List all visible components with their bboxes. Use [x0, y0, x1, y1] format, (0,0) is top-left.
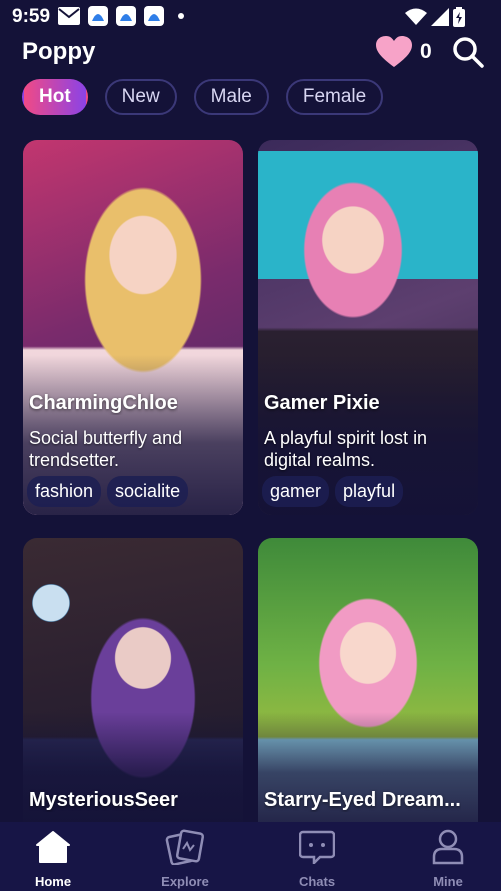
character-name: Starry-Eyed Dream... — [264, 789, 461, 811]
likes-count: 0 — [420, 40, 432, 63]
app-title: Poppy — [22, 38, 96, 65]
character-name: CharmingChloe — [29, 392, 178, 414]
signal-icon — [431, 8, 449, 26]
chat-icon — [299, 830, 335, 864]
tab-female[interactable]: Female — [285, 79, 384, 115]
character-tags: gamer playful — [262, 476, 404, 507]
app-notification-icon — [144, 6, 164, 26]
tab-new[interactable]: New — [104, 79, 177, 115]
home-icon — [36, 831, 70, 863]
nav-mine-label: Mine — [433, 874, 463, 889]
character-card-gamer-pixie[interactable]: Gamer Pixie A playful spirit lost in dig… — [258, 140, 478, 515]
tag-chip[interactable]: gamer — [262, 476, 330, 507]
character-description: Social butterfly and trendsetter. — [29, 428, 183, 470]
character-name: MysteriousSeer — [29, 789, 178, 811]
nav-home[interactable]: Home — [8, 828, 98, 889]
nav-explore-label: Explore — [161, 874, 209, 889]
character-description: A playful spirit lost in digital realms. — [264, 428, 428, 470]
mail-icon — [58, 7, 80, 25]
search-button[interactable] — [452, 36, 484, 73]
character-card-starry-eyed-dream[interactable]: Starry-Eyed Dream... — [258, 538, 478, 822]
status-bar: 9:59 — [0, 0, 501, 34]
system-icons — [405, 7, 465, 27]
tag-chip[interactable]: socialite — [107, 476, 189, 507]
character-name: Gamer Pixie — [264, 392, 380, 414]
status-time: 9:59 — [12, 6, 51, 27]
user-icon — [432, 829, 464, 865]
heart-icon — [376, 36, 412, 67]
battery-icon — [453, 7, 465, 27]
cards-icon — [165, 829, 205, 865]
tag-chip[interactable]: playful — [335, 476, 404, 507]
character-card-mysteriousseer[interactable]: MysteriousSeer — [23, 538, 243, 822]
tab-male[interactable]: Male — [193, 79, 269, 115]
nav-explore[interactable]: Explore — [140, 828, 230, 889]
app-notification-icon — [88, 6, 108, 26]
nav-home-label: Home — [34, 874, 72, 889]
bottom-navigation: Home Explore Chats Mine — [0, 822, 501, 891]
search-icon — [453, 37, 484, 68]
tag-chip[interactable]: fashion — [27, 476, 102, 507]
wifi-icon — [405, 8, 427, 25]
character-tags: fashion socialite — [27, 476, 189, 507]
character-card-charmingchloe[interactable]: CharmingChloe Social butterfly and trend… — [23, 140, 243, 515]
tab-hot[interactable]: Hot — [22, 79, 88, 115]
likes-button[interactable]: 0 — [376, 36, 432, 68]
notification-icons — [58, 6, 184, 26]
nav-chats[interactable]: Chats — [272, 828, 362, 889]
app-notification-icon — [116, 6, 136, 26]
nav-mine[interactable]: Mine — [403, 828, 493, 889]
category-tabs: Hot New Male Female — [22, 79, 384, 115]
more-notifications-dot — [178, 13, 184, 19]
nav-chats-label: Chats — [298, 874, 336, 889]
